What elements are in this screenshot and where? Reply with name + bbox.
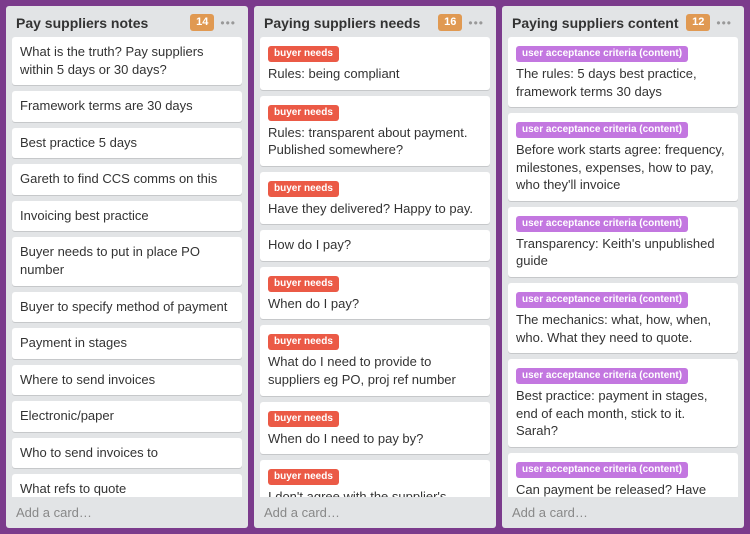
card[interactable]: Buyer to specify method of payment xyxy=(12,292,242,323)
card[interactable]: user acceptance criteria (content) Before… xyxy=(508,113,738,201)
card-text: Rules: transparent about payment. Publis… xyxy=(268,124,482,159)
card-text: What is the truth? Pay suppliers within … xyxy=(20,43,234,78)
label-badge: user acceptance criteria (content) xyxy=(516,368,688,384)
card-text: Invoicing best practice xyxy=(20,207,234,225)
card[interactable]: buyer needs What do I need to provide to … xyxy=(260,325,490,395)
card[interactable]: user acceptance criteria (content) The ru… xyxy=(508,37,738,107)
list-column: Paying suppliers needs 16 ••• buyer need… xyxy=(254,6,496,528)
card-text: What refs to quote xyxy=(20,480,234,497)
card-list: What is the truth? Pay suppliers within … xyxy=(6,37,248,497)
add-card-button[interactable]: Add a card… xyxy=(6,497,248,528)
card[interactable]: buyer needs When do I need to pay by? xyxy=(260,402,490,455)
card-text: Buyer to specify method of payment xyxy=(20,298,234,316)
card-text: Best practice 5 days xyxy=(20,134,234,152)
add-card-button[interactable]: Add a card… xyxy=(502,497,744,528)
label-badge: user acceptance criteria (content) xyxy=(516,462,688,478)
list-menu-icon[interactable]: ••• xyxy=(714,16,734,30)
label-badge: buyer needs xyxy=(268,334,339,350)
list-header: Paying suppliers content 12 ••• xyxy=(502,6,744,37)
card-count-badge: 16 xyxy=(438,14,462,31)
card-text: When do I need to pay by? xyxy=(268,430,482,448)
card[interactable]: Who to send invoices to xyxy=(12,438,242,469)
card[interactable]: Best practice 5 days xyxy=(12,128,242,159)
card[interactable]: Buyer needs to put in place PO number xyxy=(12,237,242,285)
list-title[interactable]: Paying suppliers content xyxy=(512,15,682,31)
card-text: How do I pay? xyxy=(268,236,482,254)
card-text: Best practice: payment in stages, end of… xyxy=(516,387,730,440)
list-menu-icon[interactable]: ••• xyxy=(466,16,486,30)
card-text: Where to send invoices xyxy=(20,371,234,389)
card[interactable]: user acceptance criteria (content) Transp… xyxy=(508,207,738,277)
label-badge: buyer needs xyxy=(268,105,339,121)
card[interactable]: user acceptance criteria (content) Best p… xyxy=(508,359,738,447)
card-text: Gareth to find CCS comms on this xyxy=(20,170,234,188)
list-header: Pay suppliers notes 14 ••• xyxy=(6,6,248,37)
label-badge: buyer needs xyxy=(268,46,339,62)
label-badge: buyer needs xyxy=(268,469,339,485)
card-text: Transparency: Keith's unpublished guide xyxy=(516,235,730,270)
card-text: Buyer needs to put in place PO number xyxy=(20,243,234,278)
card-text: When do I pay? xyxy=(268,295,482,313)
card[interactable]: How do I pay? xyxy=(260,230,490,261)
list-column: Pay suppliers notes 14 ••• What is the t… xyxy=(6,6,248,528)
card-text: The mechanics: what, how, when, who. Wha… xyxy=(516,311,730,346)
card[interactable]: buyer needs Have they delivered? Happy to… xyxy=(260,172,490,225)
card[interactable]: Gareth to find CCS comms on this xyxy=(12,164,242,195)
card-text: Who to send invoices to xyxy=(20,444,234,462)
card[interactable]: What refs to quote xyxy=(12,474,242,497)
list-column: Paying suppliers content 12 ••• user acc… xyxy=(502,6,744,528)
card[interactable]: Electronic/paper xyxy=(12,401,242,432)
card-count-badge: 12 xyxy=(686,14,710,31)
card[interactable]: Invoicing best practice xyxy=(12,201,242,232)
card[interactable]: Where to send invoices xyxy=(12,365,242,396)
card-text: Before work starts agree: frequency, mil… xyxy=(516,141,730,194)
label-badge: user acceptance criteria (content) xyxy=(516,216,688,232)
card-text: Framework terms are 30 days xyxy=(20,97,234,115)
card[interactable]: buyer needs When do I pay? xyxy=(260,267,490,320)
card-text: I don't agree with the supplier's invoic… xyxy=(268,488,482,497)
card[interactable]: buyer needs Rules: being compliant xyxy=(260,37,490,90)
card-list: user acceptance criteria (content) The ru… xyxy=(502,37,744,497)
label-badge: user acceptance criteria (content) xyxy=(516,46,688,62)
label-badge: buyer needs xyxy=(268,411,339,427)
card-text: Can payment be released? Have they deliv… xyxy=(516,481,730,497)
card-list: buyer needs Rules: being compliant buyer … xyxy=(254,37,496,497)
label-badge: user acceptance criteria (content) xyxy=(516,292,688,308)
card[interactable]: user acceptance criteria (content) The me… xyxy=(508,283,738,353)
card[interactable]: user acceptance criteria (content) Can pa… xyxy=(508,453,738,497)
card[interactable]: Framework terms are 30 days xyxy=(12,91,242,122)
card-text: Electronic/paper xyxy=(20,407,234,425)
card-count-badge: 14 xyxy=(190,14,214,31)
list-title[interactable]: Paying suppliers needs xyxy=(264,15,434,31)
card-text: The rules: 5 days best practice, framewo… xyxy=(516,65,730,100)
label-badge: buyer needs xyxy=(268,276,339,292)
card[interactable]: What is the truth? Pay suppliers within … xyxy=(12,37,242,85)
card[interactable]: Payment in stages xyxy=(12,328,242,359)
list-title[interactable]: Pay suppliers notes xyxy=(16,15,186,31)
card-text: Payment in stages xyxy=(20,334,234,352)
list-header: Paying suppliers needs 16 ••• xyxy=(254,6,496,37)
card[interactable]: buyer needs Rules: transparent about paym… xyxy=(260,96,490,166)
card-text: Have they delivered? Happy to pay. xyxy=(268,200,482,218)
add-card-button[interactable]: Add a card… xyxy=(254,497,496,528)
list-menu-icon[interactable]: ••• xyxy=(218,16,238,30)
card[interactable]: buyer needs I don't agree with the suppli… xyxy=(260,460,490,497)
label-badge: buyer needs xyxy=(268,181,339,197)
card-text: Rules: being compliant xyxy=(268,65,482,83)
label-badge: user acceptance criteria (content) xyxy=(516,122,688,138)
card-text: What do I need to provide to suppliers e… xyxy=(268,353,482,388)
